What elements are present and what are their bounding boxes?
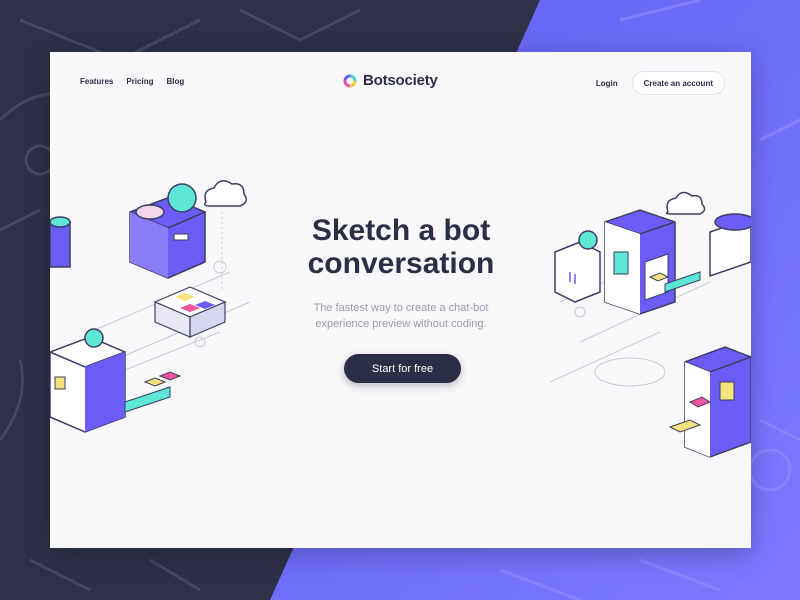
create-account-button[interactable]: Create an account bbox=[631, 71, 725, 95]
main-nav: Features Pricing Blog bbox=[80, 77, 184, 86]
tank-cylinder-icon bbox=[50, 216, 71, 268]
tank-left-icon bbox=[554, 230, 601, 303]
hero-subtitle-line2: experience preview without coding. bbox=[315, 318, 487, 330]
hero-title-line1: Sketch a bot bbox=[311, 214, 491, 247]
cloud-icon bbox=[203, 180, 247, 207]
nav-pricing-link[interactable]: Pricing bbox=[126, 77, 153, 86]
cloud-icon bbox=[665, 191, 706, 215]
login-link[interactable]: Login bbox=[596, 79, 618, 88]
hero-subtitle: The fastest way to create a chat-bot exp… bbox=[280, 300, 522, 332]
factory-block-icon bbox=[50, 328, 182, 433]
ring-logo-icon bbox=[343, 74, 357, 87]
silo-icon bbox=[709, 213, 751, 278]
start-free-button[interactable]: Start for free bbox=[344, 354, 461, 383]
hero-subtitle-line1: The fastest way to create a chat-bot bbox=[313, 302, 489, 314]
brand-logo[interactable]: Botsociety bbox=[343, 72, 438, 89]
hero-title: Sketch a bot conversation bbox=[250, 214, 552, 280]
hero-title-line2: conversation bbox=[307, 247, 495, 280]
tank-machine-icon bbox=[129, 183, 206, 279]
landing-card: Features Pricing Blog Botsociety Login C… bbox=[50, 52, 751, 548]
left-isometric-illustration bbox=[50, 180, 251, 433]
vending-machine-icon bbox=[604, 209, 701, 315]
account-nav: Login Create an account bbox=[596, 71, 725, 95]
nav-blog-link[interactable]: Blog bbox=[166, 77, 184, 86]
right-isometric-illustration bbox=[550, 191, 751, 458]
cube-grid-icon bbox=[153, 286, 227, 338]
factory-machine-icon bbox=[668, 346, 751, 458]
brand-name: Botsociety bbox=[363, 72, 438, 89]
nav-features-link[interactable]: Features bbox=[80, 77, 113, 86]
